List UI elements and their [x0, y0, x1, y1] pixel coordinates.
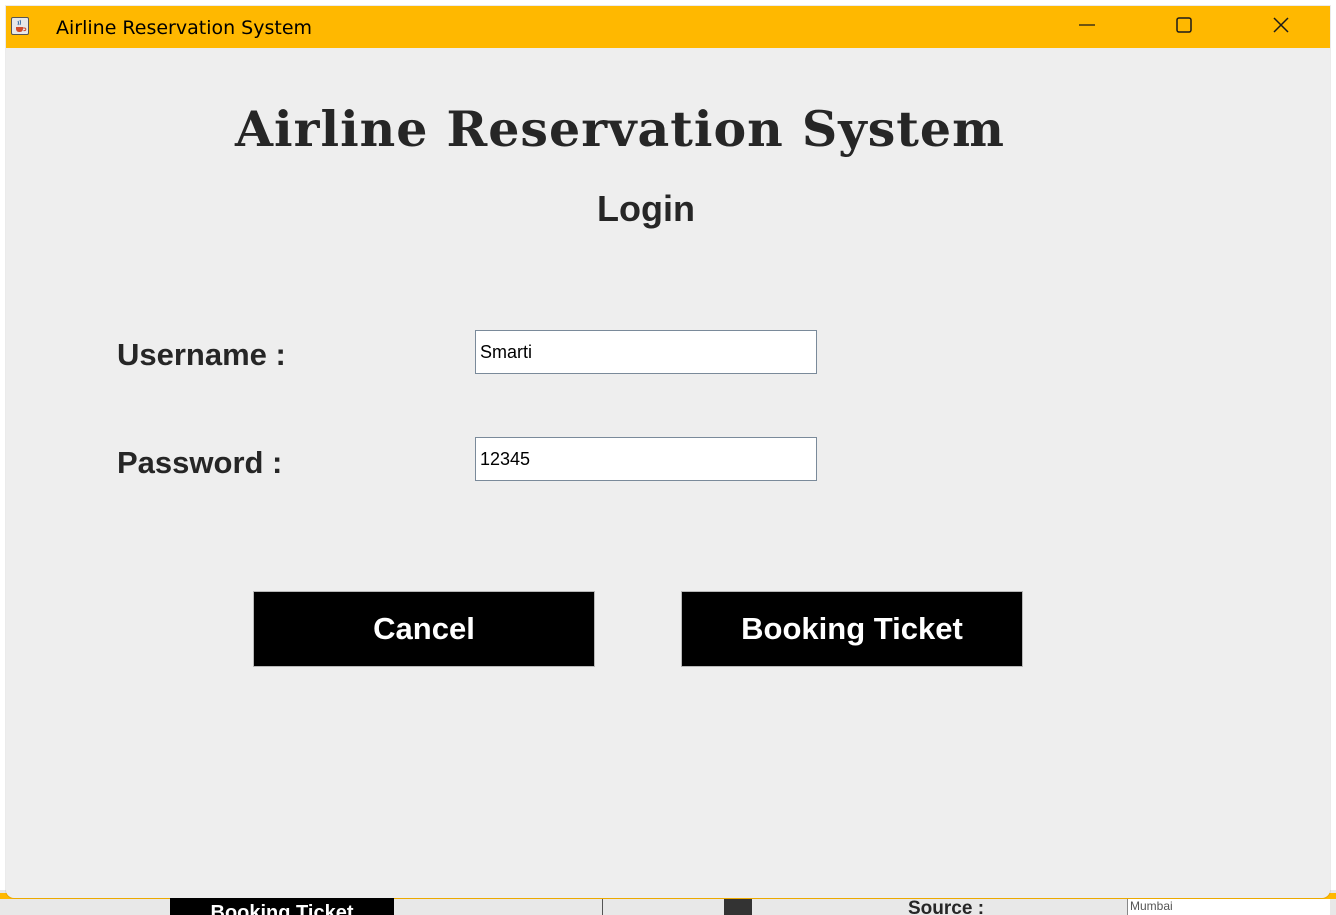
password-field[interactable] [475, 437, 817, 481]
minimize-icon [1077, 15, 1097, 40]
background-source-label: Source : [908, 898, 985, 915]
maximize-icon [1174, 15, 1194, 40]
page-title: Airline Reservation System [235, 100, 1005, 158]
close-icon [1271, 15, 1291, 40]
maximize-button[interactable] [1159, 6, 1209, 48]
background-booking-ticket-button[interactable]: Booking Ticket [170, 898, 394, 915]
login-subtitle: Login [597, 188, 695, 229]
screen: Booking Ticket Source : Mumbai Airline R… [0, 0, 1336, 915]
password-label: Password : [117, 445, 283, 480]
username-label: Username : [117, 337, 286, 372]
background-divider [602, 899, 603, 915]
java-cup-icon [11, 17, 29, 35]
booking-ticket-button[interactable]: Booking Ticket [681, 591, 1023, 667]
title-bar[interactable]: Airline Reservation System [6, 6, 1330, 48]
background-dark-block [724, 899, 752, 915]
window-title: Airline Reservation System [56, 17, 313, 39]
username-field[interactable] [475, 330, 817, 374]
cancel-button[interactable]: Cancel [253, 591, 595, 667]
background-source-field[interactable]: Mumbai [1127, 899, 1330, 915]
close-button[interactable] [1256, 6, 1306, 48]
login-window: Airline Reservation System Airline Reser… [6, 6, 1330, 898]
minimize-button[interactable] [1062, 6, 1112, 48]
